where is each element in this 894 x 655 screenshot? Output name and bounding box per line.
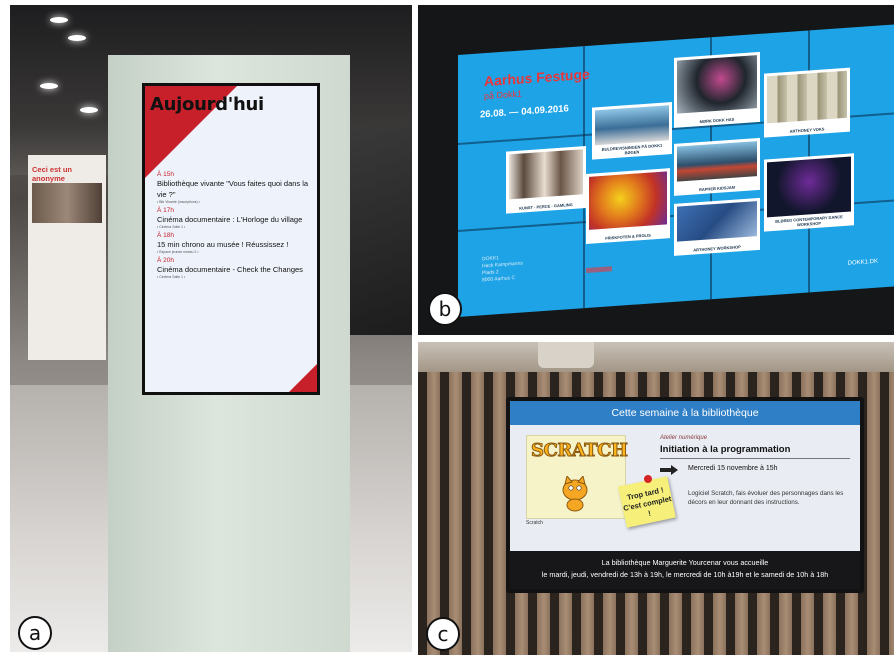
event-tile: ARTHONEY WORKSHOP [674, 197, 760, 256]
screen-heading: Aujourd'hui [150, 94, 264, 115]
event-tile: MØRK DOKK HAS [674, 51, 760, 128]
event-list: À 15h Bibliothèque vivante "Vous faites … [157, 168, 315, 281]
screen-footer: La bibliothèque Marguerite Yourcenar vou… [510, 551, 860, 589]
tile-caption: KUNST · PERCE · GAMLING [519, 201, 573, 211]
event-location: • Cinéma Salle 1 • [157, 225, 186, 229]
event-tile: FRISKFOTEN & PROLIS [586, 168, 670, 245]
tile-caption: RAPHEB KIDSJAM [698, 184, 735, 193]
scratch-logo: SCRATCH [531, 440, 629, 462]
sticky-note: Trop tard ! C'est complet ! [618, 476, 676, 528]
event-time: À 17h [157, 207, 174, 214]
photo-panel-b: Aarhus Festuge på Dokk1 26.08. — 04.09.2… [418, 5, 894, 335]
event-tile: ARTHONEY VOKS [764, 67, 850, 138]
festival-subtitle: på Dokk1 [484, 88, 523, 102]
event-location: • Espace jeunes niveau 2 • [157, 250, 199, 254]
event-tile: KUNST · PERCE · GAMLING [506, 146, 586, 214]
ceiling-light [40, 83, 58, 89]
tile-caption: FRISKFOTEN & PROLIS [605, 232, 651, 241]
event-location: • Bib Vivante (inscriptions) • [157, 200, 200, 204]
event-location: • Cinéma Salle 1 • [157, 275, 186, 279]
festival-dates: 26.08. — 04.09.2016 [480, 103, 569, 121]
library-screen: Cette semaine à la bibliothèque SCRATCH … [506, 397, 864, 593]
arrow-right-icon [660, 465, 678, 475]
event-title: Bibliothèque vivante "Vous faites quoi d… [157, 179, 309, 199]
wall-mount [538, 342, 594, 368]
activity-date: Mercredi 15 novembre à 15h [688, 465, 778, 472]
event-time: À 18h [157, 232, 174, 239]
ceiling-light [50, 17, 68, 23]
event-item: À 15h Bibliothèque vivante "Vous faites … [157, 171, 315, 204]
wall-top [418, 342, 894, 372]
panel-label-c: c [426, 617, 460, 651]
scratch-logo-box: SCRATCH [526, 435, 629, 519]
tile-caption: ARTHONEY WORKSHOP [693, 244, 741, 253]
video-wall: Aarhus Festuge på Dokk1 26.08. — 04.09.2… [458, 24, 894, 317]
escalator [345, 125, 412, 335]
panel-label-a: a [18, 616, 52, 650]
activity-description: Logiciel Scratch, fais évoluer des perso… [688, 490, 844, 506]
logo-mark [586, 266, 612, 274]
ceiling-light [68, 35, 86, 41]
event-tile: BLØRED CONTEMPORARY DANCE WORKSHOP [764, 153, 854, 232]
info-poster: Ceci est un anonyme [28, 155, 106, 360]
footer-line: le mardi, jeudi, vendredi de 13h à 19h, … [541, 570, 829, 579]
event-title: 15 min chrono au musée ! Réussissez ! [157, 240, 289, 249]
website-link: DOKK1.DK [847, 258, 878, 267]
poster-title: Ceci est un anonyme [32, 165, 73, 183]
dokk-address: DOKK1 Hack Kampmanns Plads 2 8000 Aarhus… [482, 255, 523, 284]
scratch-cat-icon [562, 476, 588, 512]
screen-header: Cette semaine à la bibliothèque [510, 401, 860, 425]
activity-type: Atelier numérique [660, 435, 708, 441]
event-tile: BULDREVISNINGEN PÅ DOKK1 BØGEN [592, 102, 672, 160]
tile-caption: ARTHONEY VOKS [789, 126, 825, 134]
event-item: À 17h Cinéma documentaire : L'Horloge du… [157, 207, 315, 229]
activity-title: Initiation à la programmation [660, 444, 791, 455]
festival-title: Aarhus Festuge [484, 65, 590, 90]
event-tile: RAPHEB KIDSJAM [674, 137, 760, 196]
kiosk-screen: Aujourd'hui À 15h Bibliothèque vivante "… [142, 83, 320, 395]
event-item: À 18h 15 min chrono au musée ! Réussisse… [157, 232, 315, 254]
event-title: Cinéma documentaire - Check the Changes [157, 265, 303, 274]
event-time: À 20h [157, 257, 174, 264]
pin-icon [644, 475, 652, 483]
red-corner-decoration [289, 364, 317, 392]
title-underline [660, 458, 850, 459]
poster-photo [32, 183, 102, 223]
photo-panel-c: Cette semaine à la bibliothèque SCRATCH … [418, 342, 894, 655]
footer-line: La bibliothèque Marguerite Yourcenar vou… [601, 558, 769, 567]
event-time: À 15h [157, 171, 174, 178]
scratch-caption: Scratch [526, 520, 543, 526]
ceiling-light [80, 107, 98, 113]
event-title: Cinéma documentaire : L'Horloge du villa… [157, 215, 303, 224]
photo-panel-a: Ceci est un anonyme Aujourd'hui À 15h Bi… [10, 5, 412, 652]
panel-label-b: b [428, 292, 462, 326]
event-item: À 20h Cinéma documentaire - Check the Ch… [157, 257, 315, 279]
